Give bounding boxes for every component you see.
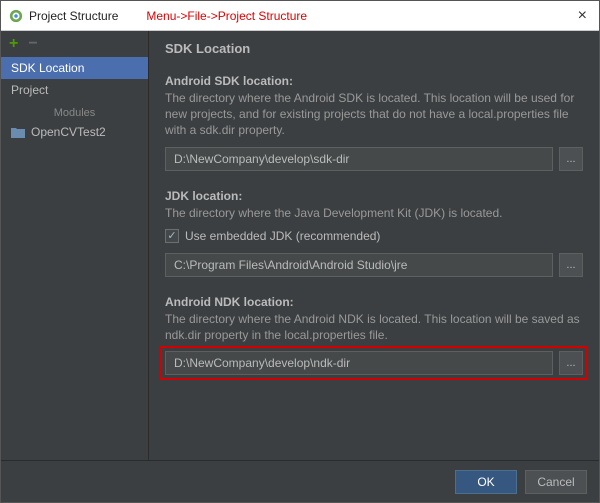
use-embedded-jdk-label: Use embedded JDK (recommended) <box>185 229 380 243</box>
sidebar: + − SDK Location Project Modules OpenCVT… <box>1 31 149 460</box>
close-icon[interactable]: × <box>574 7 591 25</box>
ndk-path-input[interactable] <box>165 351 553 375</box>
remove-icon: − <box>28 35 37 53</box>
jdk-label: JDK location: <box>165 189 583 203</box>
main-panel: SDK Location Android SDK location: The d… <box>149 31 599 460</box>
ndk-description: The directory where the Android NDK is l… <box>165 311 583 343</box>
sdk-browse-button[interactable]: ... <box>559 147 583 171</box>
ok-button[interactable]: OK <box>455 470 517 494</box>
module-item-label: OpenCVTest2 <box>31 125 106 139</box>
sidebar-toolbar: + − <box>1 31 148 57</box>
jdk-description: The directory where the Java Development… <box>165 205 583 221</box>
cancel-button[interactable]: Cancel <box>525 470 587 494</box>
module-item-opencvtest2[interactable]: OpenCVTest2 <box>1 121 148 143</box>
sidebar-item-sdk-location[interactable]: SDK Location <box>1 57 148 79</box>
jdk-path-input[interactable] <box>165 253 553 277</box>
folder-icon <box>11 127 25 138</box>
breadcrumb: Menu->File->Project Structure <box>146 9 307 23</box>
sidebar-item-label: Project <box>11 83 48 97</box>
dialog-body: + − SDK Location Project Modules OpenCVT… <box>1 31 599 460</box>
sdk-label: Android SDK location: <box>165 74 583 88</box>
project-structure-dialog: Project Structure Menu->File->Project St… <box>0 0 600 503</box>
ndk-browse-button[interactable]: ... <box>559 351 583 375</box>
titlebar: Project Structure Menu->File->Project St… <box>1 1 599 31</box>
window-title: Project Structure <box>29 9 118 23</box>
sdk-path-input[interactable] <box>165 147 553 171</box>
use-embedded-jdk-checkbox[interactable]: ✓ <box>165 229 179 243</box>
jdk-browse-button[interactable]: ... <box>559 253 583 277</box>
add-icon[interactable]: + <box>9 35 18 53</box>
ndk-highlight: ... <box>160 346 588 380</box>
page-title: SDK Location <box>165 41 583 56</box>
sidebar-item-label: SDK Location <box>11 61 84 75</box>
dialog-footer: OK Cancel <box>1 460 599 502</box>
android-studio-icon <box>9 9 23 23</box>
ndk-label: Android NDK location: <box>165 295 583 309</box>
modules-header: Modules <box>1 101 148 121</box>
sidebar-item-project[interactable]: Project <box>1 79 148 101</box>
sdk-description: The directory where the Android SDK is l… <box>165 90 583 139</box>
